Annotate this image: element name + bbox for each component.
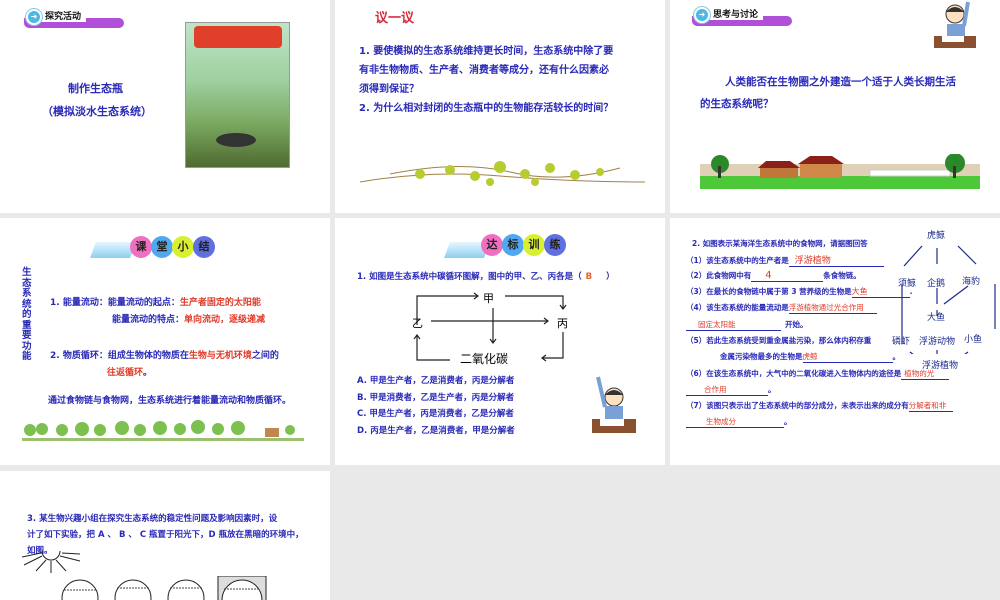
text-line: 的生态系统呢？ [700,98,774,110]
node-orca: 虎鲸 [927,231,946,241]
slide-thumbnail-1[interactable]: 探究活动 ➜ 制作生态瓶 （模拟淡水生态系统） [0,0,330,213]
answer: 分解者和非 [908,400,953,412]
banner-char: 标 [502,234,524,256]
text: 。 [143,368,153,378]
text: 能量流动的起点： [107,298,180,308]
node-zooplankton: 浮游动物 [919,337,956,347]
text-line: 1. 要使模拟的生态系统维持更长时间，生态系统中除了要 [359,46,614,57]
tree-row-decoration [22,420,304,441]
option-c[interactable]: C. 甲是生产者，丙是消费者，乙是分解者 [357,406,515,423]
summary-footer: 通过食物链与食物网，生态系统进行着能量流动和物质循环。 [48,396,292,406]
text: 能量流动的特点： [112,315,185,325]
banner-label: 探究活动 [40,8,87,22]
text: （7）该图只表示出了生态系统中的部分成分，未表示出来的成分有 [686,401,909,410]
text: （3）在最长的食物链中属于第 3 营养级的生物是 [686,287,852,296]
node-bing: 丙 [557,317,568,330]
book-icon [90,242,136,258]
section-banner: 思考与讨论 ➜ [692,6,792,28]
node-baleen-whale: 须鲸 [898,279,917,289]
question-text: 1. 要使模拟的生态系统维持更长时间，生态系统中除了要 有非生物物质、生产者、消… [359,42,613,118]
text: 条食物链。 [823,271,861,280]
answer: 虎鲸 [802,351,893,363]
option-a[interactable]: A. 甲是生产者，乙是消费者，丙是分解者 [357,373,515,390]
slide-thumbnail-7[interactable]: 3. 某生物兴趣小组在探究生态系统的稳定性问题及影响因素时，设 计了如下实验，把… [0,471,330,600]
banner-char: 堂 [151,236,173,258]
banner-char: 小 [172,236,194,258]
node-jia: 甲 [483,292,494,305]
node-co2: 二氧化碳 [460,352,509,366]
banner-char: 课 [130,236,152,258]
text-line: 计了如下实验，把 A 、 B 、 C 瓶置于阳光下，D 瓶放在黑暗的环境中， [27,530,304,540]
text-line: 3. 某生物兴趣小组在探究生态系统的稳定性问题及影响因素时，设 [27,514,278,524]
slide-thumbnail-2[interactable]: 议一议 1. 要使模拟的生态系统维持更长时间，生态系统中除了要 有非生物物质、生… [335,0,665,213]
node-krill: 磷虾 [892,337,911,347]
text: 组成生物体的物质在 [107,351,189,361]
banner-char: 结 [193,236,215,258]
node-phytoplankton: 浮游植物 [922,361,959,371]
label: 1. 能量流动： [50,298,108,308]
node-seal: 海豹 [962,277,981,287]
text: （2）此食物网中有 [686,271,752,280]
text: 金属污染物最多的生物是 [720,352,803,361]
student-raising-hand-image [592,376,636,433]
text: （1）该生态系统中的生产者是 [686,256,789,265]
highlight: 单向流动，逐级递减 [184,315,266,325]
eco-bottle-image [185,22,290,168]
slide-thumbnail-3[interactable]: 思考与讨论 ➜ 人类能否在生物圈之外建造一个适于人类长期生活 的生态系统呢？ [670,0,1000,213]
text: （5）若此生态系统受到重金属盐污染，那么体内积存重 [686,336,872,345]
option-b[interactable]: B. 甲是消费者，乙是生产者，丙是分解者 [357,390,515,407]
landscape-image [700,154,980,189]
banner-char: 训 [523,234,545,256]
arrow-icon: ➜ [26,9,42,25]
text: （4）该生态系统的能量流动是 [686,303,789,312]
text-line: 人类能否在生物圈之外建造一个适于人类长期生活 [725,76,956,88]
slide-thumbnail-4[interactable]: 课 堂 小 结 生态系统的重要功能 1. 能量流动：能量流动的起点：生产者固定的… [0,218,330,465]
slide-thumbnail-6[interactable]: 2. 如图表示某海洋生态系统中的食物网，请据图回答 （1）该生态系统中的生产者是… [670,218,1000,465]
side-vertical-title: 生态系统的重要功能 [22,267,32,362]
node-small-fish: 小鱼 [964,335,983,345]
highlight: 生物与无机环境 [188,351,252,361]
node-big-fish: 大鱼 [927,313,946,323]
label: 2. 物质循环： [50,351,108,361]
bottles-illustration [61,576,267,600]
text: ） [606,272,615,282]
text-line: 有非生物物质、生产者、消费者等成分，还有什么因素必 [359,65,609,76]
vine-decoration [360,161,645,186]
answer: 浮游植物通过光合作用 [788,302,877,314]
highlight: 生产者固定的太阳能 [179,298,261,308]
slide-thumbnail-5[interactable]: 达 标 训 练 1. 如图是生态系统中碳循环图解，图中的甲、乙、丙各是（ B ） 甲… [335,218,665,465]
text-line: 2. 为什么相对封闭的生态瓶中的生物能存活较长的时间？ [359,103,614,114]
answer: 浮游植物 [788,253,884,267]
question-text: 1. 如图是生态系统中碳循环图解，图中的甲、乙、丙各是（ [357,272,582,282]
answer: B [585,272,593,282]
highlight: 往返循环 [107,368,144,378]
text-line: 须得到保证？ [359,84,419,95]
arrow-icon: ➜ [694,7,710,23]
text: 之间的 [251,351,279,361]
text: 开始。 [785,320,808,329]
node-yi: 乙 [412,317,423,330]
slide-subtitle: （模拟淡水生态系统） [42,105,152,118]
answer: 合作用 [686,384,768,396]
answer-options: A. 甲是生产者，乙是消费者，丙是分解者 B. 甲是消费者，乙是生产者，丙是分解… [357,373,515,439]
answer: 固定太阳能 [686,319,781,331]
option-d[interactable]: D. 丙是生产者，乙是消费者，甲是分解者 [357,423,515,440]
sun-icon [22,551,81,573]
answer: 4 [751,270,824,282]
text: （6）在该生态系统中，大气中的二氧化碳进入生物体内的途径是 [686,369,902,378]
answer: 生物成分 [686,416,784,428]
question-title: 2. 如图表示某海洋生态系统中的食物网，请据图回答 [692,239,868,248]
section-banner: 探究活动 ➜ [24,8,124,30]
banner-char: 练 [544,234,566,256]
node-penguin: 企鹅 [927,279,946,289]
student-raising-hand-image [934,1,976,48]
banner-label: 思考与讨论 [708,6,764,20]
banner-char: 达 [481,234,503,256]
slide-heading: 议一议 [375,11,415,26]
slide-title: 制作生态瓶 [68,82,123,95]
